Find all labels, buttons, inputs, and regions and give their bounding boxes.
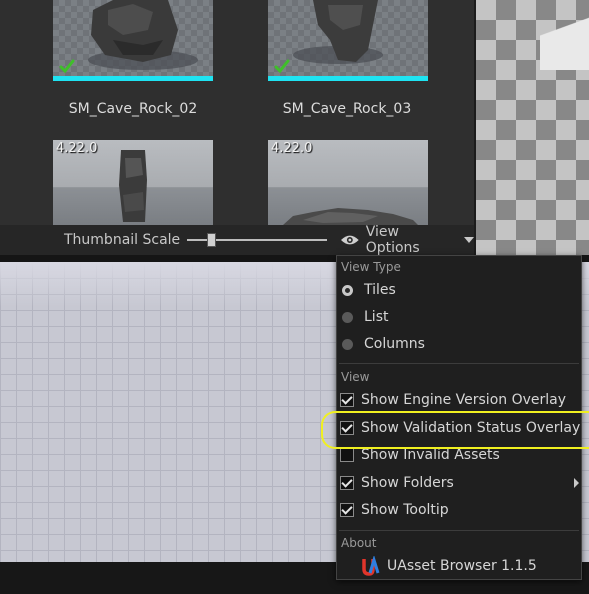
menu-item-label: Show Validation Status Overlay <box>361 420 581 436</box>
menu-item-label: Show Engine Version Overlay <box>361 392 567 408</box>
menu-item-label: Show Folders <box>361 475 454 491</box>
radio-icon <box>342 311 353 323</box>
view-options-label: View Options <box>365 224 420 256</box>
engine-version-overlay: 4.22.0 <box>271 141 313 156</box>
view-options-button[interactable]: View Options <box>340 224 474 256</box>
view-options-menu: View Type Tiles List Columns View Show E… <box>336 255 582 580</box>
viewport-highlight <box>540 0 589 70</box>
eye-icon <box>340 235 359 245</box>
thumbnail-scale-label: Thumbnail Scale <box>64 232 181 248</box>
menu-item-label: List <box>364 309 389 325</box>
chevron-down-icon <box>464 237 474 243</box>
asset-name-label: SM_Cave_Rock_02 <box>68 101 198 117</box>
validation-status-bar <box>53 76 213 81</box>
asset-name-label: SM_Cave_Rock_03 <box>282 101 412 117</box>
menu-separator <box>339 363 579 364</box>
menu-item-list[interactable]: List <box>337 304 581 330</box>
about-label: UAsset Browser 1.1.5 <box>387 558 537 574</box>
asset-tile-sm-cave-rock-03[interactable] <box>268 0 428 81</box>
menu-item-columns[interactable]: Columns <box>337 331 581 357</box>
chevron-right-icon <box>574 478 579 488</box>
menu-item-show-validation-status-overlay[interactable]: Show Validation Status Overlay <box>337 415 581 441</box>
radio-icon <box>342 338 353 350</box>
asset-thumbnail <box>268 0 428 81</box>
slider-handle[interactable] <box>206 233 216 247</box>
menu-item-show-tooltip[interactable]: Show Tooltip <box>337 497 581 523</box>
menu-item-label: Show Invalid Assets <box>361 447 500 463</box>
menu-item-show-invalid-assets[interactable]: Show Invalid Assets <box>337 442 581 468</box>
asset-tile-4[interactable]: 4.22.0 <box>268 140 428 225</box>
validation-ok-icon <box>274 59 290 74</box>
menu-item-label: Show Tooltip <box>361 502 449 518</box>
menu-separator <box>339 530 579 531</box>
section-header-view: View <box>341 370 370 384</box>
checkbox[interactable] <box>340 476 354 490</box>
asset-tile-3[interactable]: 4.22.0 <box>53 140 213 225</box>
section-header-view-type: View Type <box>341 260 401 274</box>
checkbox[interactable] <box>340 421 354 435</box>
radio-icon <box>342 284 353 296</box>
menu-item-label: Columns <box>364 336 425 352</box>
validation-ok-icon <box>59 59 75 74</box>
engine-version-overlay: 4.22.0 <box>56 141 98 156</box>
asset-browser-panel: SM_Cave_Rock_02 SM_Cave_Rock_03 4.22.0 4… <box>0 0 476 256</box>
thumbnail-scale-bar: Thumbnail Scale View Options <box>0 224 474 256</box>
asset-thumbnail <box>53 0 213 81</box>
checkbox[interactable] <box>340 503 354 517</box>
menu-item-about[interactable]: UAsset Browser 1.1.5 <box>361 554 537 578</box>
menu-item-show-folders[interactable]: Show Folders <box>337 470 581 496</box>
menu-item-show-engine-version-overlay[interactable]: Show Engine Version Overlay <box>337 387 581 413</box>
validation-status-bar <box>268 76 428 81</box>
checkbox[interactable] <box>340 393 354 407</box>
checkbox[interactable] <box>340 448 354 462</box>
section-header-about: About <box>341 536 377 550</box>
uasset-browser-logo-icon <box>362 556 380 576</box>
menu-item-tiles[interactable]: Tiles <box>337 277 581 303</box>
menu-item-label: Tiles <box>364 282 396 298</box>
asset-tile-sm-cave-rock-02[interactable] <box>53 0 213 81</box>
